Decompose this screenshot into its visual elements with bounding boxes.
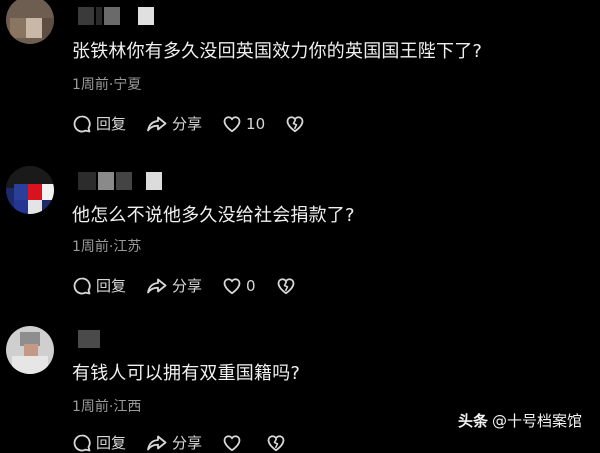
dislike-button[interactable] bbox=[276, 276, 296, 296]
like-button[interactable]: 10 bbox=[222, 114, 265, 134]
comment-actions: 回复 分享 0 bbox=[72, 275, 316, 296]
dislike-icon bbox=[277, 277, 294, 294]
comment-text: 有钱人可以拥有双重国籍吗? bbox=[72, 363, 301, 384]
comment-meta: 1周前·江西 bbox=[72, 399, 142, 415]
comment-text: 张铁林你有多久没回英国效力你的英国国王陛下了? bbox=[72, 41, 483, 62]
reply-button[interactable]: 回复 bbox=[72, 113, 126, 134]
comment-meta: 1周前·江苏 bbox=[72, 239, 142, 255]
share-icon bbox=[147, 116, 167, 131]
share-button[interactable]: 分享 bbox=[146, 113, 202, 134]
comment-icon bbox=[73, 277, 91, 294]
share-icon bbox=[147, 278, 167, 293]
comment-icon bbox=[73, 115, 91, 132]
watermark: 头条 @十号档案馆 bbox=[458, 410, 582, 431]
avatar[interactable] bbox=[6, 326, 54, 374]
username-redacted[interactable] bbox=[78, 172, 162, 190]
share-label: 分享 bbox=[172, 115, 203, 133]
watermark-account: @十号档案馆 bbox=[491, 412, 582, 430]
like-button[interactable]: 0 bbox=[222, 276, 256, 296]
reply-label: 回复 bbox=[96, 115, 127, 133]
username-redacted[interactable] bbox=[78, 7, 154, 25]
dislike-icon bbox=[286, 115, 304, 132]
like-count: 10 bbox=[246, 114, 266, 133]
comment-text: 他怎么不说他多久没给社会捐款了? bbox=[72, 205, 355, 226]
comment-meta: 1周前·宁夏 bbox=[72, 77, 142, 93]
share-label: 分享 bbox=[172, 277, 203, 295]
avatar[interactable] bbox=[6, 166, 54, 214]
heart-icon bbox=[223, 277, 241, 294]
avatar[interactable] bbox=[6, 0, 54, 44]
heart-icon bbox=[223, 115, 241, 132]
username-redacted[interactable] bbox=[78, 330, 100, 348]
watermark-brand: 头条 bbox=[457, 412, 488, 430]
share-button[interactable]: 分享 bbox=[146, 275, 202, 296]
reply-label: 回复 bbox=[96, 277, 127, 295]
dislike-button[interactable] bbox=[285, 114, 305, 134]
like-count: 0 bbox=[246, 276, 256, 295]
reply-button[interactable]: 回复 bbox=[72, 275, 126, 296]
comment-actions: 回复 分享 10 bbox=[72, 113, 325, 134]
